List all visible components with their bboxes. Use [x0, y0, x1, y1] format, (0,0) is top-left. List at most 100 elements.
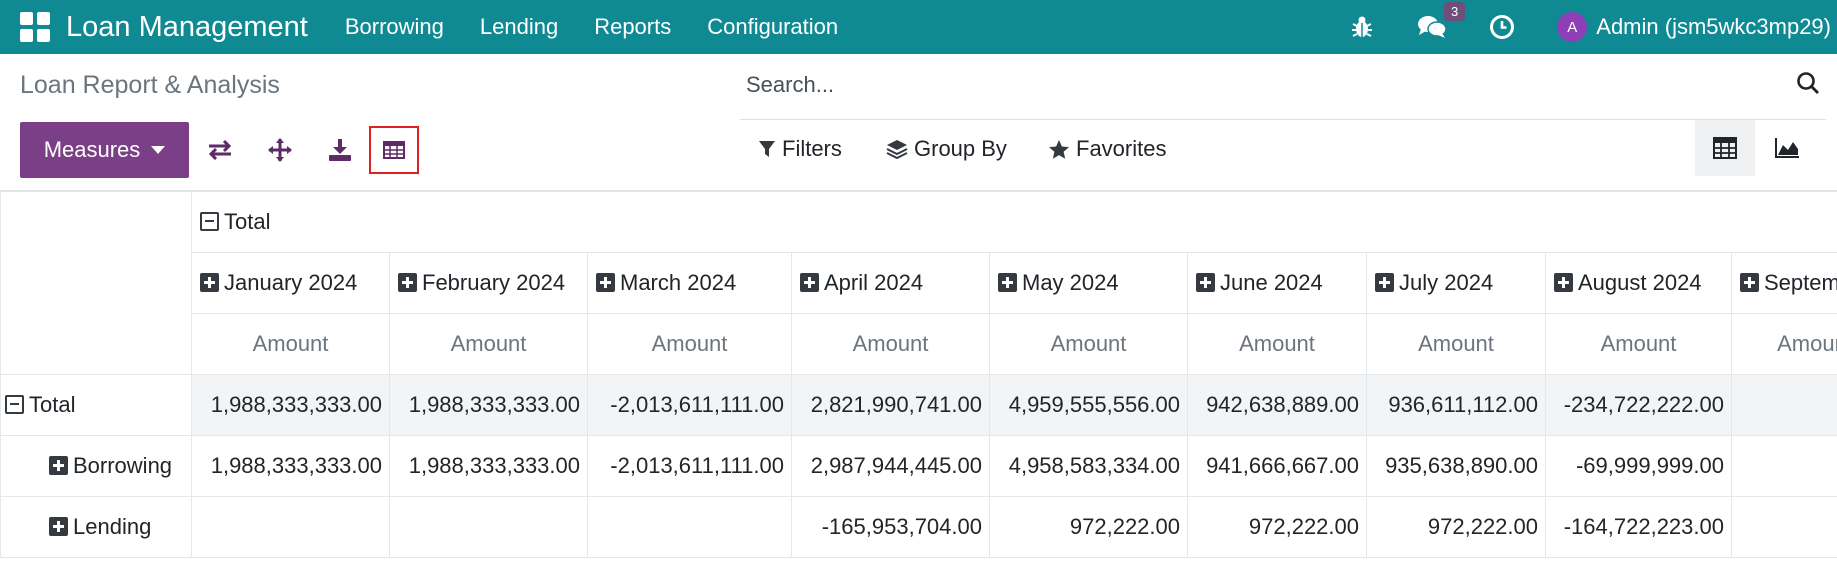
cell-value[interactable]: 941,666,667.00 [1187, 435, 1367, 497]
pivot-view-button[interactable] [1695, 120, 1755, 176]
expand-icon [1375, 273, 1394, 292]
cell-value[interactable]: -2,013,611,111.00 [587, 435, 792, 497]
expand-icon [49, 456, 68, 475]
expand-all-icon [268, 138, 292, 162]
measure-header[interactable]: Amount [1366, 313, 1546, 375]
cell-value[interactable]: 1,988,333,333.00 [389, 374, 588, 436]
table-view-button[interactable] [369, 126, 419, 174]
table-row: Lending -165,953,704.00 972,222.00 972,222.… [0, 496, 1837, 558]
debug-bug-icon[interactable] [1347, 12, 1377, 42]
row-header-label: Borrowing [73, 453, 173, 478]
apps-menu-icon[interactable] [20, 12, 50, 42]
cell-value[interactable]: 935,638,890.00 [1366, 435, 1546, 497]
col-header-month[interactable]: January 2024 [191, 252, 390, 314]
col-header-month[interactable]: August 2024 [1545, 252, 1732, 314]
cell-value[interactable]: 2,821,990,741.00 [791, 374, 990, 436]
col-header-month[interactable]: September 2024 [1730, 252, 1837, 314]
cell-value[interactable]: 2,987,944,445.00 [791, 435, 990, 497]
expand-icon [998, 273, 1017, 292]
flip-axis-button[interactable] [195, 126, 245, 174]
collapse-icon [200, 212, 219, 231]
measure-header[interactable]: Amount [587, 313, 792, 375]
measures-button[interactable]: Measures [20, 122, 189, 178]
download-xlsx-button[interactable] [315, 126, 365, 174]
expand-icon [1196, 273, 1215, 292]
pivot-table: Total January 2024 February 2024 March 202… [0, 191, 1837, 558]
row-header-total[interactable]: Total [0, 374, 192, 436]
measure-header[interactable]: Amount [1545, 313, 1732, 375]
graph-view-button[interactable] [1757, 120, 1817, 176]
col-header-month[interactable]: June 2024 [1187, 252, 1367, 314]
filters-button[interactable]: Filters [758, 136, 842, 162]
cell-value[interactable]: 4,958,583,334.00 [989, 435, 1188, 497]
measure-header[interactable]: Amount [989, 313, 1188, 375]
col-header-month[interactable]: July 2024 [1366, 252, 1546, 314]
messages-count-badge: 3 [1444, 2, 1466, 21]
menu-configuration[interactable]: Configuration [707, 14, 838, 40]
cell-value[interactable]: -68,0 [1730, 374, 1837, 436]
measure-header[interactable]: Amount [1730, 313, 1837, 375]
col-header-month-label: March 2024 [620, 270, 737, 295]
favorites-button[interactable]: Favorites [1048, 136, 1166, 162]
cell-value[interactable] [389, 496, 588, 558]
user-name[interactable]: Admin (jsm5wkc3mp29) [1596, 14, 1831, 40]
col-header-month[interactable]: April 2024 [791, 252, 990, 314]
menu-lending[interactable]: Lending [480, 14, 558, 40]
cell-value[interactable]: 936,611,112.00 [1366, 374, 1546, 436]
group-by-button[interactable]: Group By [886, 136, 1007, 162]
row-header-label: Lending [73, 514, 152, 539]
group-by-label: Group By [914, 136, 1007, 161]
cell-value[interactable]: -2,013,611,111.00 [587, 374, 792, 436]
measure-header[interactable]: Amount [191, 313, 390, 375]
measure-header[interactable]: Amount [1187, 313, 1367, 375]
cell-value[interactable]: 1,988,333,333.00 [191, 435, 390, 497]
expand-icon [200, 273, 219, 292]
search-icon[interactable] [1796, 71, 1820, 95]
col-header-total[interactable]: Total [190, 191, 1837, 253]
cell-value[interactable] [191, 496, 390, 558]
row-header-group[interactable]: Lending [0, 496, 192, 558]
cell-value[interactable]: -165,953,704.00 [791, 496, 990, 558]
col-header-month[interactable]: May 2024 [989, 252, 1188, 314]
cell-value[interactable]: -164,722,223.00 [1545, 496, 1732, 558]
col-header-month-label: February 2024 [422, 270, 566, 295]
layers-icon [886, 140, 908, 160]
cell-value[interactable]: 972,222.00 [1366, 496, 1546, 558]
flip-axis-icon [208, 140, 232, 160]
collapse-icon [5, 395, 24, 414]
row-header-group[interactable]: Borrowing [0, 435, 192, 497]
messages-icon[interactable]: 3 [1417, 2, 1466, 42]
cell-value[interactable]: -69,999,999.00 [1545, 435, 1732, 497]
table-row: Total 1,988,333,333.00 1,988,333,333.00 -2,… [0, 374, 1837, 436]
caret-down-icon [151, 146, 166, 154]
expand-all-button[interactable] [255, 126, 305, 174]
cell-value[interactable]: 942,638,889.00 [1187, 374, 1367, 436]
cell-value[interactable]: 1,988,333,333.00 [389, 435, 588, 497]
app-title[interactable]: Loan Management [66, 11, 308, 44]
cell-value[interactable] [587, 496, 792, 558]
cell-value[interactable]: 1,9 [1730, 496, 1837, 558]
cell-value[interactable]: -69,9 [1730, 435, 1837, 497]
measure-header[interactable]: Amount [791, 313, 990, 375]
col-header-month-label: August 2024 [1578, 270, 1702, 295]
cell-value[interactable]: 972,222.00 [1187, 496, 1367, 558]
activity-clock-icon[interactable] [1487, 12, 1517, 42]
col-header-month[interactable]: February 2024 [389, 252, 588, 314]
search-input[interactable] [746, 72, 1766, 98]
measures-button-label: Measures [43, 137, 141, 162]
measure-header[interactable]: Amount [389, 313, 588, 375]
pivot-corner [0, 191, 192, 375]
cell-value[interactable]: 972,222.00 [989, 496, 1188, 558]
cell-value[interactable]: 1,988,333,333.00 [191, 374, 390, 436]
menu-reports[interactable]: Reports [594, 14, 671, 40]
cell-value[interactable]: 4,959,555,556.00 [989, 374, 1188, 436]
pivot-view-icon [1713, 137, 1737, 159]
cell-value[interactable]: -234,722,222.00 [1545, 374, 1732, 436]
menu-borrowing[interactable]: Borrowing [345, 14, 444, 40]
breadcrumb: Loan Report & Analysis [20, 71, 280, 99]
col-header-month[interactable]: March 2024 [587, 252, 792, 314]
control-panel: Loan Report & Analysis Measures Filters … [0, 54, 1837, 191]
expand-icon [1554, 273, 1573, 292]
col-header-month-label: September 2024 [1764, 270, 1837, 295]
user-avatar[interactable]: A [1557, 12, 1588, 42]
